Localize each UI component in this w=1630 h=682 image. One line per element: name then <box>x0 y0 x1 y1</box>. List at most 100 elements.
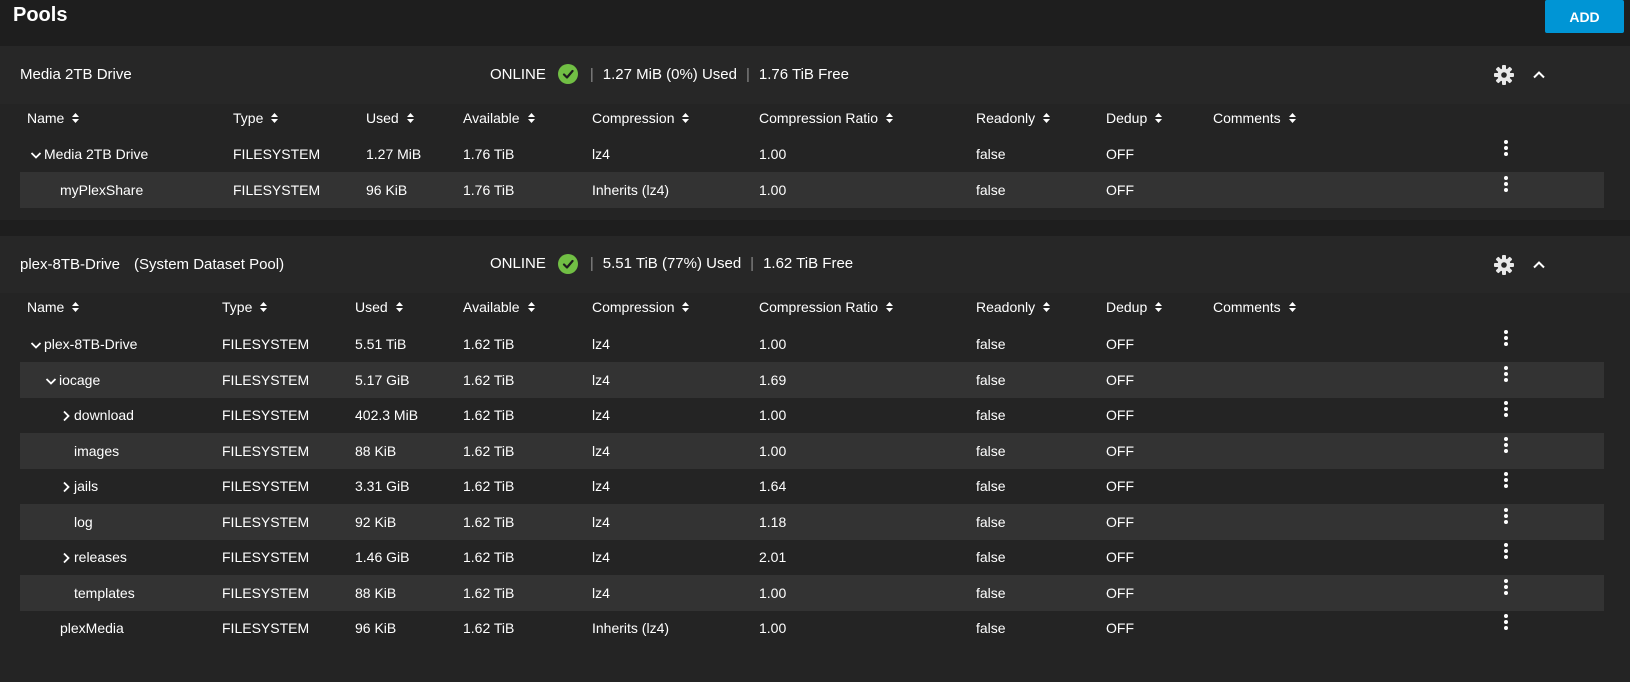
table-row[interactable]: plexMedia FILESYSTEM 96 KiB 1.62 TiB Inherit… <box>20 610 1604 646</box>
table-row[interactable]: iocage FILESYSTEM 5.17 GiB 1.62 TiB lz4 1.69 f… <box>20 361 1604 398</box>
column-header-used[interactable]: Used <box>366 110 415 126</box>
cell-name: iocage <box>45 362 100 398</box>
column-header-readonly[interactable]: Readonly <box>976 110 1051 126</box>
table-row[interactable]: templates FILESYSTEM 88 KiB 1.62 TiB lz4 1.00… <box>20 574 1604 611</box>
chevron-right-icon[interactable] <box>60 410 72 422</box>
cell-readonly: false <box>976 146 1006 162</box>
cell-available: 1.62 TiB <box>463 442 515 459</box>
chevron-up-icon[interactable] <box>1531 67 1547 83</box>
column-header-comments[interactable]: Comments <box>1213 110 1297 126</box>
separator: | <box>589 65 594 83</box>
table-row[interactable]: log FILESYSTEM 92 KiB 1.62 TiB lz4 1.18 false O… <box>20 503 1604 540</box>
cell-used: 5.51 TiB <box>355 336 407 352</box>
more-vert-icon[interactable] <box>1503 507 1509 525</box>
chevron-right-icon[interactable] <box>60 552 72 564</box>
cell-type: FILESYSTEM <box>222 371 310 388</box>
cell-used: 3.31 GiB <box>355 478 410 494</box>
column-header-type[interactable]: Type <box>222 299 268 315</box>
sort-icon <box>406 113 414 123</box>
column-header-readonly[interactable]: Readonly <box>976 299 1051 315</box>
cell-compression: lz4 <box>592 442 610 459</box>
sort-icon <box>527 113 535 123</box>
cell-name: download <box>60 397 134 433</box>
column-header-available[interactable]: Available <box>463 299 536 315</box>
column-header-used[interactable]: Used <box>355 299 404 315</box>
cell-ratio: 1.00 <box>759 336 787 352</box>
table-row[interactable]: releases FILESYSTEM 1.46 GiB 1.62 TiB lz4 2.0… <box>20 539 1604 575</box>
column-header-available[interactable]: Available <box>463 110 536 126</box>
more-vert-icon[interactable] <box>1503 436 1509 454</box>
column-header-compression[interactable]: Compression <box>592 110 690 126</box>
cell-readonly: false <box>976 549 1006 565</box>
dataset-name: log <box>74 513 93 530</box>
cell-compression: lz4 <box>592 371 610 388</box>
column-header-dedup[interactable]: Dedup <box>1106 299 1163 315</box>
column-header-type[interactable]: Type <box>233 110 279 126</box>
separator: | <box>745 65 750 83</box>
cell-dedup: OFF <box>1106 371 1134 388</box>
more-vert-icon[interactable] <box>1503 139 1509 157</box>
cell-readonly: false <box>976 181 1006 198</box>
check-mark-icon <box>562 259 574 269</box>
table-row[interactable]: Media 2TB Drive FILESYSTEM 1.27 MiB 1.76 Ti… <box>20 136 1604 172</box>
column-header-comments[interactable]: Comments <box>1213 299 1297 315</box>
more-vert-icon[interactable] <box>1503 365 1509 383</box>
cell-type: FILESYSTEM <box>222 442 310 459</box>
cell-compression: lz4 <box>592 584 610 601</box>
column-header-dedup[interactable]: Dedup <box>1106 110 1163 126</box>
column-header-compression-ratio[interactable]: Compression Ratio <box>759 110 894 126</box>
column-header-compression[interactable]: Compression <box>592 299 690 315</box>
gear-icon[interactable] <box>1493 254 1515 276</box>
chevron-down-icon[interactable] <box>45 375 57 387</box>
sort-icon <box>1043 302 1051 312</box>
cell-available: 1.62 TiB <box>463 371 515 388</box>
column-header-name[interactable]: Name <box>27 299 80 315</box>
sort-icon <box>271 113 279 123</box>
table-row[interactable]: images FILESYSTEM 88 KiB 1.62 TiB lz4 1.00 fal… <box>20 432 1604 469</box>
table-row[interactable]: plex-8TB-Drive FILESYSTEM 5.51 TiB 1.62 TiB… <box>20 326 1604 362</box>
pool-name: plex-8TB-Drive (System Dataset Pool) <box>20 256 284 273</box>
column-header-label: Compression Ratio <box>759 299 879 315</box>
gear-icon[interactable] <box>1493 64 1515 86</box>
more-vert-icon[interactable] <box>1503 400 1509 418</box>
dataset-name: plexMedia <box>60 620 124 636</box>
table-row[interactable]: jails FILESYSTEM 3.31 GiB 1.62 TiB lz4 1.64 fa… <box>20 468 1604 504</box>
cell-available: 1.76 TiB <box>463 146 515 162</box>
more-vert-icon[interactable] <box>1503 175 1509 193</box>
column-header-compression-ratio[interactable]: Compression Ratio <box>759 299 894 315</box>
table-row[interactable]: myPlexShare FILESYSTEM 96 KiB 1.76 TiB Inher… <box>20 171 1604 208</box>
cell-compression: Inherits (lz4) <box>592 620 670 636</box>
dataset-name: iocage <box>59 371 101 388</box>
cell-dedup: OFF <box>1106 478 1134 494</box>
more-vert-icon[interactable] <box>1503 329 1509 347</box>
more-vert-icon[interactable] <box>1503 471 1509 489</box>
cell-available: 1.62 TiB <box>463 584 515 601</box>
table-row[interactable]: download FILESYSTEM 402.3 MiB 1.62 TiB lz4 1.… <box>20 397 1604 433</box>
add-pool-button[interactable]: ADD <box>1545 0 1624 33</box>
check-mark-icon <box>562 69 574 79</box>
cell-name: myPlexShare <box>60 172 143 208</box>
chevron-down-icon[interactable] <box>30 149 42 161</box>
cell-compression: lz4 <box>592 513 610 530</box>
cell-compression: lz4 <box>592 336 610 352</box>
chevron-up-icon[interactable] <box>1531 257 1547 273</box>
cell-type: FILESYSTEM <box>222 513 310 530</box>
pool-status: ONLINE | 1.27 MiB (0%) Used | 1.76 TiB Free <box>490 64 849 84</box>
cell-type: FILESYSTEM <box>222 478 310 494</box>
column-header-name[interactable]: Name <box>27 110 80 126</box>
more-vert-icon[interactable] <box>1503 613 1509 631</box>
cell-name: plexMedia <box>60 610 124 646</box>
dataset-name: images <box>74 442 120 459</box>
dataset-name: download <box>74 407 134 423</box>
chevron-right-icon[interactable] <box>60 481 72 493</box>
pool-free: 1.76 TiB Free <box>758 65 849 83</box>
column-header-label: Readonly <box>976 299 1036 315</box>
cell-readonly: false <box>976 620 1006 636</box>
pool-header: Media 2TB Drive ONLINE | 1.27 MiB (0%) Used… <box>0 46 1630 104</box>
more-vert-icon[interactable] <box>1503 578 1509 596</box>
cell-available: 1.62 TiB <box>463 478 515 494</box>
more-vert-icon[interactable] <box>1503 542 1509 560</box>
chevron-down-icon[interactable] <box>30 339 42 351</box>
pool-name: Media 2TB Drive <box>20 66 132 83</box>
separator: | <box>589 255 594 272</box>
